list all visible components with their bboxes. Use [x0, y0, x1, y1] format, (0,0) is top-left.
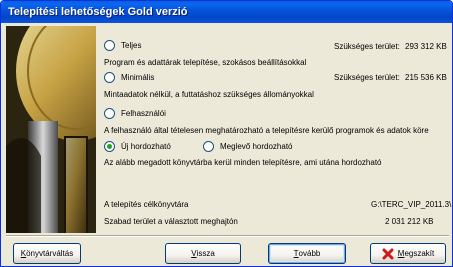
target-dir-label: A telepítés célkönyvtára	[104, 200, 189, 209]
option-custom-radio[interactable]	[104, 108, 115, 119]
option-minimal-required-value: 215 536 KB	[405, 73, 447, 82]
red-x-icon	[382, 248, 394, 259]
option-custom-label: Felhasználói	[121, 109, 166, 118]
option-minimal[interactable]: Minimális	[104, 72, 154, 83]
mode-description: Az alább megadott könyvtárba kerül minde…	[104, 158, 382, 167]
option-minimal-required-label: Szükséges terület:	[334, 73, 400, 82]
change-dir-label: önyvtárváltás	[26, 249, 74, 258]
back-label: issza	[196, 249, 215, 258]
change-dir-button[interactable]: Könyvtárváltás	[13, 243, 81, 264]
title-bar[interactable]: Telepítési lehetőségek Gold verzió	[1, 1, 452, 23]
free-space-value: 2 031 212 KB	[385, 217, 434, 226]
option-full-description: Program és adattárak telepítése, szokáso…	[104, 58, 307, 67]
option-custom[interactable]: Felhasználói	[104, 108, 166, 119]
free-space-label: Szabad terület a választott meghajtón	[104, 217, 238, 226]
next-label: ovább	[298, 249, 321, 258]
option-full-required-label: Szükséges terület:	[334, 42, 400, 51]
installer-window: Telepítési lehetőségek Gold verzió Telje…	[0, 0, 453, 267]
next-button[interactable]: Tovább	[268, 243, 346, 264]
option-full-radio[interactable]	[104, 40, 115, 51]
coin-banner-image	[6, 26, 96, 233]
mode-new[interactable]: Új hordozható	[104, 141, 171, 152]
option-custom-description: A felhasználó által tételesen meghatároz…	[104, 126, 429, 135]
mode-new-label: Új hordozható	[121, 142, 171, 151]
window-title: Telepítési lehetőségek Gold verzió	[8, 6, 188, 18]
option-full-required-value: 293 312 KB	[405, 42, 447, 51]
option-full-label: Teljes	[121, 41, 142, 50]
mode-existing-radio[interactable]	[203, 141, 214, 152]
cancel-label: egszakít	[404, 249, 435, 258]
mode-existing[interactable]: Meglevő hordozható	[203, 141, 293, 152]
banner-image	[6, 26, 96, 233]
back-button[interactable]: Vissza	[165, 243, 241, 264]
option-minimal-label: Minimális	[121, 73, 155, 82]
cancel-button[interactable]: Megszakít	[370, 243, 446, 264]
cancel-accel: M	[397, 249, 405, 258]
target-dir-value: G:\TERC_VIP_2011.3\	[371, 200, 452, 209]
option-minimal-description: Mintaadatok nélkül, a futtatáshoz szüksé…	[104, 90, 314, 99]
option-full[interactable]: Teljes	[104, 40, 141, 51]
mode-new-radio[interactable]	[104, 141, 115, 152]
option-minimal-radio[interactable]	[104, 72, 115, 83]
mode-existing-label: Meglevő hordozható	[220, 142, 293, 151]
footer-separator	[6, 235, 449, 237]
